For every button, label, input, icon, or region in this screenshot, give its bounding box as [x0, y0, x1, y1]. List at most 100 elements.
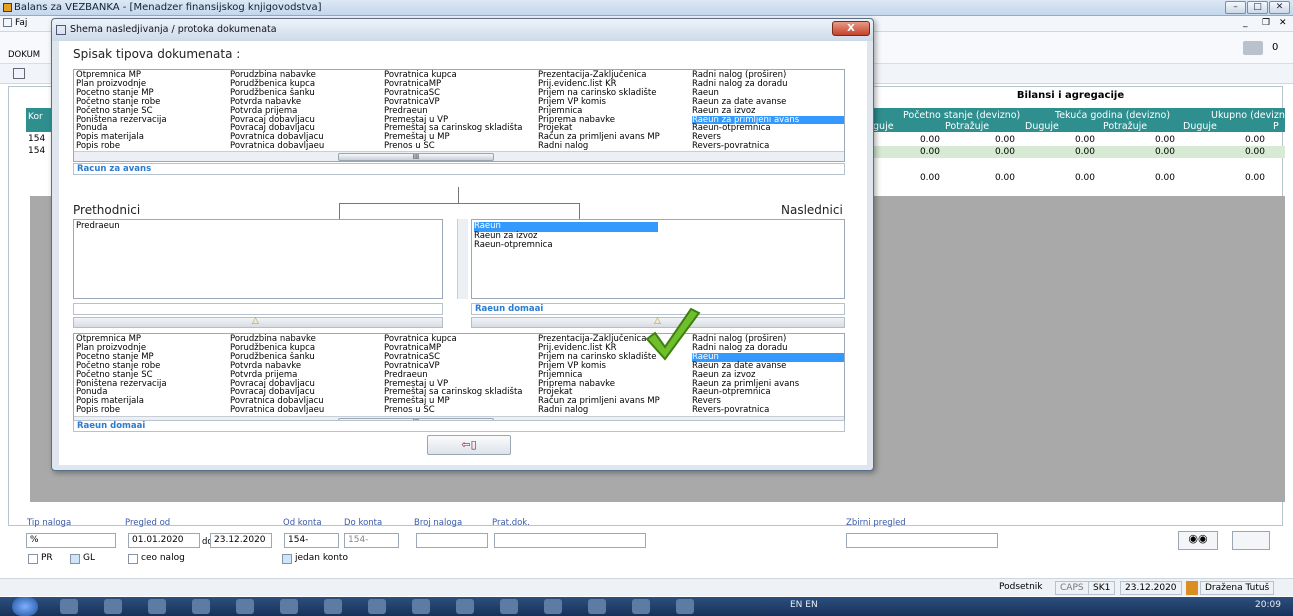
- taskbar-app-icon[interactable]: [412, 599, 430, 614]
- list-item[interactable]: Popis robe: [76, 142, 167, 151]
- list-item[interactable]: Revers-povratnica: [692, 406, 844, 415]
- vertical-scrollbar[interactable]: [457, 219, 468, 299]
- cell: 0.00: [994, 173, 1015, 183]
- clock[interactable]: 20:09: [1255, 600, 1281, 610]
- column-header[interactable]: Potražuje: [1103, 121, 1147, 132]
- list-item[interactable]: Prenos u SC: [384, 406, 523, 415]
- new-page-button[interactable]: [1232, 531, 1270, 550]
- taskbar-app-icon[interactable]: [632, 599, 650, 614]
- mdi-close-button[interactable]: ✕: [1279, 18, 1287, 28]
- table-row[interactable]: 0.00 0.00 0.00 0.00 0.00: [865, 134, 1285, 146]
- list-column: Prezentacija-Zaključenica Prij.evidenc.li…: [538, 71, 660, 151]
- column-header[interactable]: P: [1273, 121, 1279, 132]
- pr-checkbox[interactable]: [28, 554, 38, 564]
- binoculars-button[interactable]: ◉◉: [1178, 531, 1218, 550]
- column-header[interactable]: Duguje: [1025, 121, 1059, 132]
- document-types-list-bottom[interactable]: Otpremnica MP Plan proizvodnje Pocetno sta…: [73, 333, 845, 427]
- taskbar-app-icon[interactable]: [192, 599, 210, 614]
- taskbar-app-icon[interactable]: [588, 599, 606, 614]
- scroll-thumb[interactable]: III: [338, 153, 494, 161]
- language-indicator[interactable]: EN EN: [790, 600, 818, 610]
- prat-dok-field[interactable]: [494, 533, 646, 548]
- jedan-konto-checkbox[interactable]: [282, 554, 292, 564]
- broj-naloga-field[interactable]: [416, 533, 488, 548]
- filter-bar: Tip naloga % Pregled od 01.01.2020 do 23…: [24, 516, 1293, 572]
- taskbar-app-icon[interactable]: [456, 599, 474, 614]
- taskbar-app-icon[interactable]: [368, 599, 386, 614]
- exit-button[interactable]: ⇦▯: [427, 435, 511, 455]
- table-row[interactable]: 0.00 0.00 0.00 0.00 0.00: [865, 172, 1285, 184]
- taskbar-app-icon[interactable]: [280, 599, 298, 614]
- do-konta-field[interactable]: 154-: [344, 533, 399, 548]
- ceo-nalog-checkbox[interactable]: [128, 554, 138, 564]
- tip-naloga-select[interactable]: %: [26, 533, 116, 548]
- bottom-selected-type: Raeun domaai: [73, 420, 845, 432]
- list-item[interactable]: Radni nalog: [538, 142, 660, 151]
- cell: 0.00: [1154, 173, 1175, 183]
- taskbar-app-icon[interactable]: [60, 599, 78, 614]
- cell: 0.00: [1074, 135, 1095, 145]
- list-item[interactable]: Popis robe: [76, 406, 167, 415]
- document-types-list-top[interactable]: Otpremnica MP Plan proizvodnje Pocetno sta…: [73, 69, 845, 162]
- chart-icon: [3, 18, 12, 27]
- gl-label: GL: [83, 553, 95, 563]
- od-konta-field[interactable]: 154-: [284, 533, 339, 548]
- column-header[interactable]: Potražuje: [945, 121, 989, 132]
- od-konta-label: Od konta: [283, 518, 322, 528]
- list-column: Otpremnica MP Plan proizvodnje Pocetno sta…: [76, 71, 167, 151]
- caps-indicator: CAPS: [1055, 581, 1089, 595]
- list-item[interactable]: Prenos u SC: [384, 142, 523, 151]
- taskbar-app-icon[interactable]: [104, 599, 122, 614]
- list-column: Predraeun: [76, 222, 120, 231]
- list-item[interactable]: Raeun-otpremnica: [474, 240, 658, 251]
- minimize-button[interactable]: –: [1225, 1, 1246, 14]
- dialog-titlebar: Shema nasledjivanja / protoka dokumenata…: [52, 19, 873, 41]
- taskbar-app-icon[interactable]: [148, 599, 166, 614]
- taskbar-app-icon[interactable]: [500, 599, 518, 614]
- list-column: Radni nalog (proširen) Radni nalog za dor…: [692, 71, 844, 151]
- message-icon[interactable]: [1243, 41, 1263, 55]
- dokum-label[interactable]: DOKUM: [8, 50, 40, 60]
- taskbar-app-icon[interactable]: [324, 599, 342, 614]
- mdi-restore-button[interactable]: ❐: [1262, 18, 1270, 28]
- mdi-minimize-button[interactable]: _: [1243, 18, 1248, 28]
- maximize-button[interactable]: □: [1247, 1, 1268, 14]
- menu-item-file[interactable]: Faj: [15, 18, 27, 28]
- horizontal-scrollbar[interactable]: III: [74, 151, 844, 161]
- left-grid-cell[interactable]: 154: [28, 134, 45, 144]
- cell: 0.00: [1154, 135, 1175, 145]
- podsetnik-button[interactable]: Podsetnik: [995, 581, 1047, 595]
- zbirni-pregled-field[interactable]: [846, 533, 998, 548]
- left-grid-cell[interactable]: 154: [28, 146, 45, 156]
- new-doc-icon[interactable]: [13, 68, 25, 79]
- user-icon: [1186, 581, 1198, 595]
- list-item[interactable]: Revers-povratnica: [692, 142, 844, 151]
- gl-checkbox[interactable]: [70, 554, 80, 564]
- date-to-field[interactable]: 23.12.2020: [210, 533, 272, 548]
- taskbar-app-icon[interactable]: [676, 599, 694, 614]
- column-header[interactable]: Duguje: [1183, 121, 1217, 132]
- naslednici-list[interactable]: Raeun Raeun za izvoz Raeun-otpremnica: [471, 219, 845, 299]
- list-item[interactable]: Povratnica dobavljaeu: [230, 142, 324, 151]
- list-column: Porudzbina nabavke Porudžbenica kupca Poru…: [230, 71, 324, 151]
- pregled-od-label: Pregled od: [125, 518, 171, 528]
- start-button[interactable]: [12, 597, 38, 616]
- list-item[interactable]: Povratnica dobavljaeu: [230, 406, 324, 415]
- app-icon: [3, 3, 12, 12]
- cell: 0.00: [994, 135, 1015, 145]
- prethodnici-list[interactable]: Predraeun: [73, 219, 443, 299]
- dialog-close-button[interactable]: X: [832, 21, 870, 36]
- connector-line: [339, 203, 579, 204]
- taskbar-app-icon[interactable]: [544, 599, 562, 614]
- list-column: Raeun Raeun za izvoz Raeun-otpremnica: [474, 221, 658, 251]
- list-item[interactable]: Predraeun: [76, 222, 120, 231]
- close-button[interactable]: ✕: [1269, 1, 1290, 14]
- splitter-bar[interactable]: △: [73, 316, 443, 328]
- group-header: Ukupno (devizno): [1211, 110, 1293, 121]
- taskbar-app-icon[interactable]: [236, 599, 254, 614]
- jedan-konto-label: jedan konto: [295, 553, 348, 563]
- date-from-field[interactable]: 01.01.2020: [128, 533, 200, 548]
- cell: 0.00: [919, 147, 940, 157]
- table-row[interactable]: 0.00 0.00 0.00 0.00 0.00: [865, 146, 1285, 158]
- list-item[interactable]: Radni nalog: [538, 406, 660, 415]
